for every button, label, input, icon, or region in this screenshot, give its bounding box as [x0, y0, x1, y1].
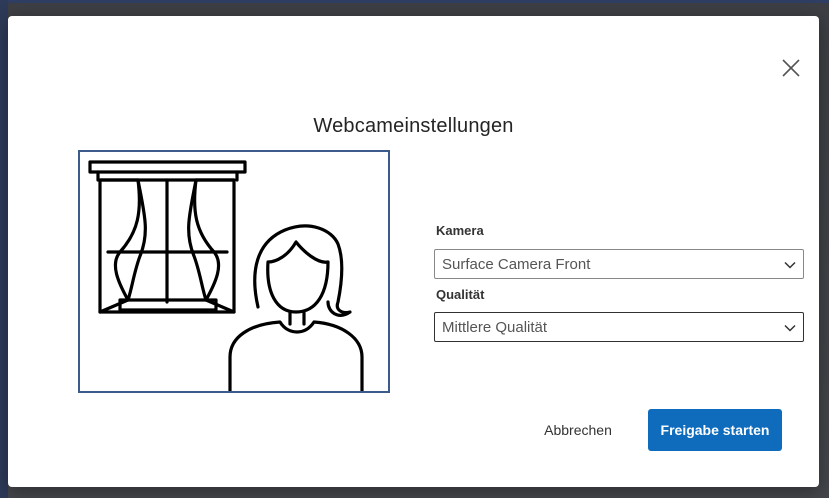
start-sharing-button[interactable]: Freigabe starten — [648, 409, 782, 451]
webcam-preview — [78, 150, 390, 393]
dialog-title: Webcameinstellungen — [313, 115, 514, 137]
webcam-placeholder-illustration — [88, 160, 364, 391]
app-window-edge — [0, 0, 8, 498]
quality-label: Qualität — [436, 287, 485, 302]
close-button[interactable] — [779, 56, 803, 80]
camera-select[interactable]: Surface Camera Front — [434, 249, 804, 279]
chevron-down-icon — [784, 324, 796, 332]
cancel-button[interactable]: Abbrechen — [528, 410, 628, 450]
camera-select-value: Surface Camera Front — [442, 256, 591, 273]
close-icon — [782, 59, 800, 77]
webcam-settings-dialog: Webcameinstellungen Kamera Surface Camer… — [8, 16, 819, 487]
chevron-down-icon — [784, 261, 796, 269]
camera-label: Kamera — [436, 223, 484, 238]
quality-select[interactable]: Mittlere Qualität — [434, 312, 804, 342]
quality-select-value: Mittlere Qualität — [442, 319, 548, 336]
